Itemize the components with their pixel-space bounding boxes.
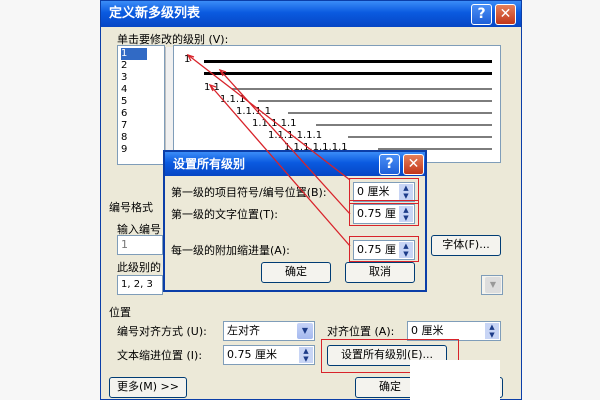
- sub-ok-button[interactable]: 确定: [261, 262, 331, 283]
- indent-each-highlight-box: [349, 236, 419, 262]
- position-group-label: 位置: [109, 306, 131, 319]
- align-at-label: 对齐位置 (A):: [327, 325, 395, 338]
- sub-help-icon[interactable]: ?: [379, 154, 400, 175]
- list-preview: 1 1.1 1.1.1 1.1.1.1 1.1.1.1.1 1.1.1.1.1.…: [173, 45, 501, 163]
- level-item-4[interactable]: 4: [121, 84, 127, 96]
- disabled-dropdown: ▼: [481, 275, 503, 295]
- main-help-icon[interactable]: ?: [471, 4, 492, 25]
- align-dropdown[interactable]: 左对齐 ▼: [223, 321, 315, 341]
- level-style-field[interactable]: 1, 2, 3: [117, 275, 163, 295]
- preview-line-l2: [232, 88, 492, 90]
- text-pos-label: 第一级的文字位置(T):: [171, 208, 279, 221]
- watermark-patch: [410, 360, 500, 400]
- level-item-6[interactable]: 6: [121, 108, 127, 120]
- main-close-icon[interactable]: ✕: [495, 4, 516, 25]
- preview-number-l2: 1.1: [204, 82, 220, 93]
- preview-line-l6: [348, 136, 492, 138]
- align-at-spinner[interactable]: 0 厘米 ▲ ▼: [407, 321, 501, 341]
- spinner-arrows-icon[interactable]: ▲ ▼: [485, 323, 499, 339]
- sub-dialog-title: 设置所有级别: [173, 157, 246, 171]
- align-label: 编号对齐方式 (U):: [117, 325, 207, 338]
- desktop-background: [0, 0, 100, 400]
- preview-line-l3: [258, 100, 492, 102]
- level-item-8[interactable]: 8: [121, 132, 127, 144]
- main-dialog-title: 定义新多级列表: [109, 6, 201, 21]
- sub-cancel-button[interactable]: 取消: [345, 262, 415, 283]
- sub-close-icon[interactable]: ✕: [403, 154, 424, 175]
- set-all-levels-dialog: 设置所有级别 ? ✕ 第一级的项目符号/编号位置(B): 0 厘米 ▲ ▼ 第一级…: [163, 150, 427, 292]
- chevron-down-icon[interactable]: ▼: [297, 323, 313, 339]
- indent-value: 0.75 厘米: [227, 348, 277, 361]
- preview-number-l4: 1.1.1.1: [236, 106, 271, 117]
- preview-number-l1: 1: [184, 54, 191, 65]
- text-pos-highlight-box: [349, 200, 419, 226]
- align-value: 左对齐: [227, 324, 260, 337]
- chevron-down-icon: ▼: [485, 277, 501, 293]
- preview-line-l4: [288, 112, 492, 114]
- level-item-2[interactable]: 2: [121, 60, 127, 72]
- indent-label: 文本缩进位置 (I):: [117, 349, 203, 362]
- indent-spinner[interactable]: 0.75 厘米 ▲ ▼: [223, 345, 315, 365]
- level-item-9[interactable]: 9: [121, 144, 127, 156]
- preview-line-l1: [204, 60, 492, 63]
- main-titlebar[interactable]: 定义新多级列表: [101, 1, 521, 27]
- preview-number-l3: 1.1.1: [220, 94, 246, 105]
- level-list[interactable]: 1 2 3 4 5 6 7 8 9: [117, 45, 181, 165]
- bullet-pos-label: 第一级的项目符号/编号位置(B):: [171, 186, 327, 199]
- level-style-label: 此级别的: [117, 261, 161, 274]
- align-at-value: 0 厘米: [411, 324, 444, 337]
- number-format-field[interactable]: 1: [117, 235, 163, 255]
- level-item-5[interactable]: 5: [121, 96, 127, 108]
- preview-line-l5: [316, 124, 492, 126]
- preview-line-l1b: [204, 72, 492, 75]
- number-format-group-label: 编号格式: [109, 201, 153, 214]
- more-button[interactable]: 更多(M) >>: [109, 377, 187, 398]
- preview-number-l6: 1.1.1.1.1.1: [268, 130, 323, 141]
- level-item-1[interactable]: 1: [121, 48, 147, 60]
- indent-each-label: 每一级的附加缩进量(A):: [171, 244, 290, 257]
- preview-number-l5: 1.1.1.1.1: [252, 118, 297, 129]
- level-item-3[interactable]: 3: [121, 72, 127, 84]
- font-button[interactable]: 字体(F)...: [431, 235, 501, 256]
- spinner-arrows-icon[interactable]: ▲ ▼: [299, 347, 313, 363]
- level-item-7[interactable]: 7: [121, 120, 127, 132]
